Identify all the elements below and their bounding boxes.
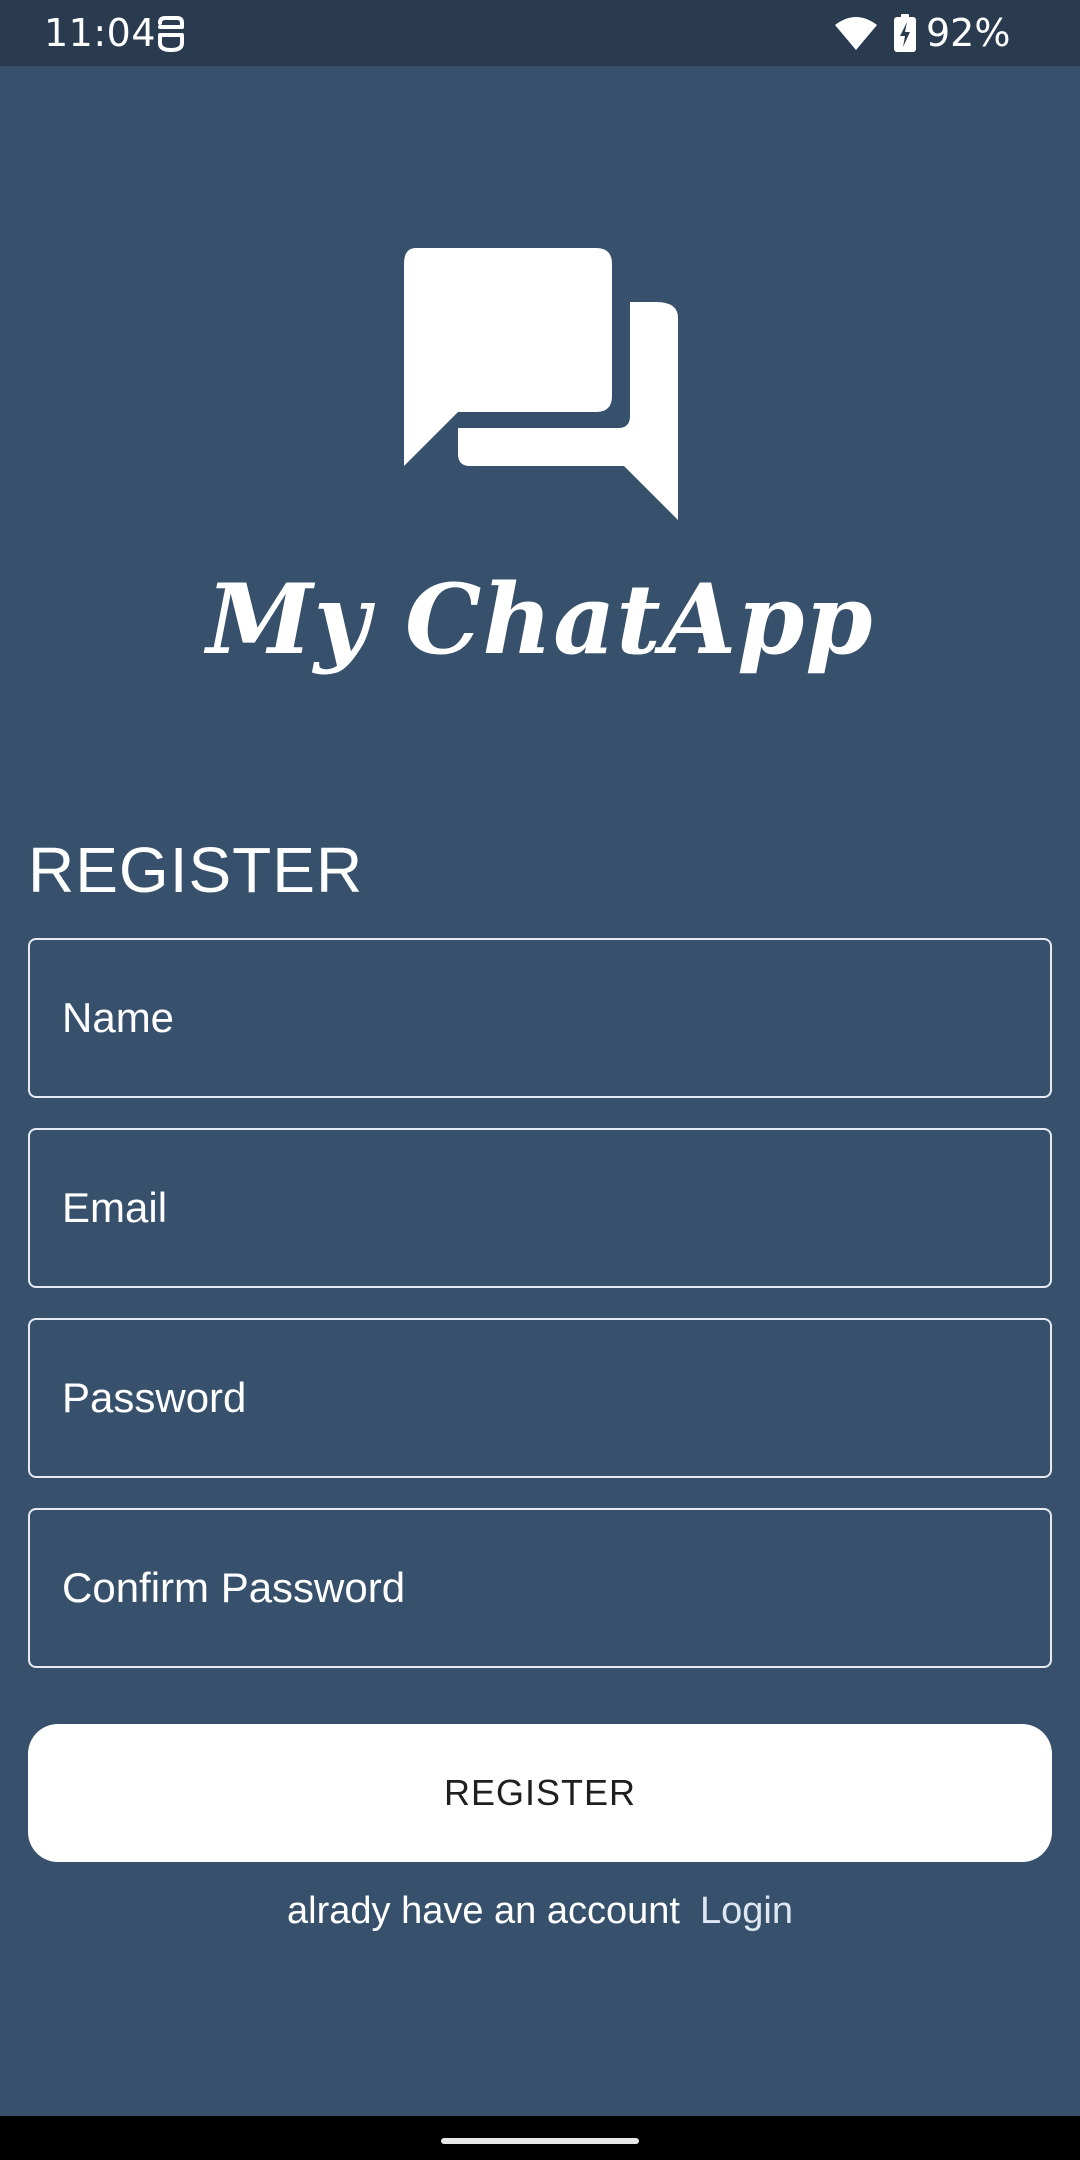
name-input[interactable] [30,940,1050,1096]
confirm-password-input[interactable] [30,1510,1050,1666]
login-prompt: alrady have an account Login [0,1886,1080,1936]
register-button[interactable]: REGISTER [28,1724,1052,1862]
notification-icon [154,15,188,53]
login-prompt-text: alrady have an account [287,1890,680,1932]
battery-charging-icon [894,14,916,52]
home-gesture-handle[interactable] [441,2138,639,2144]
chat-bubbles-icon [400,246,680,522]
status-time: 11:04 [44,11,157,55]
password-field[interactable] [28,1318,1052,1478]
wifi-icon [834,16,878,52]
email-input[interactable] [30,1130,1050,1286]
email-field[interactable] [28,1128,1052,1288]
app-title: My ChatApp [206,563,874,676]
status-bar: 11:04 92% [0,0,1080,66]
page-title: REGISTER [28,834,364,906]
battery-percentage: 92% [926,11,1011,55]
name-field[interactable] [28,938,1052,1098]
login-link[interactable]: Login [700,1890,793,1932]
password-input[interactable] [30,1320,1050,1476]
confirm-password-field[interactable] [28,1508,1052,1668]
